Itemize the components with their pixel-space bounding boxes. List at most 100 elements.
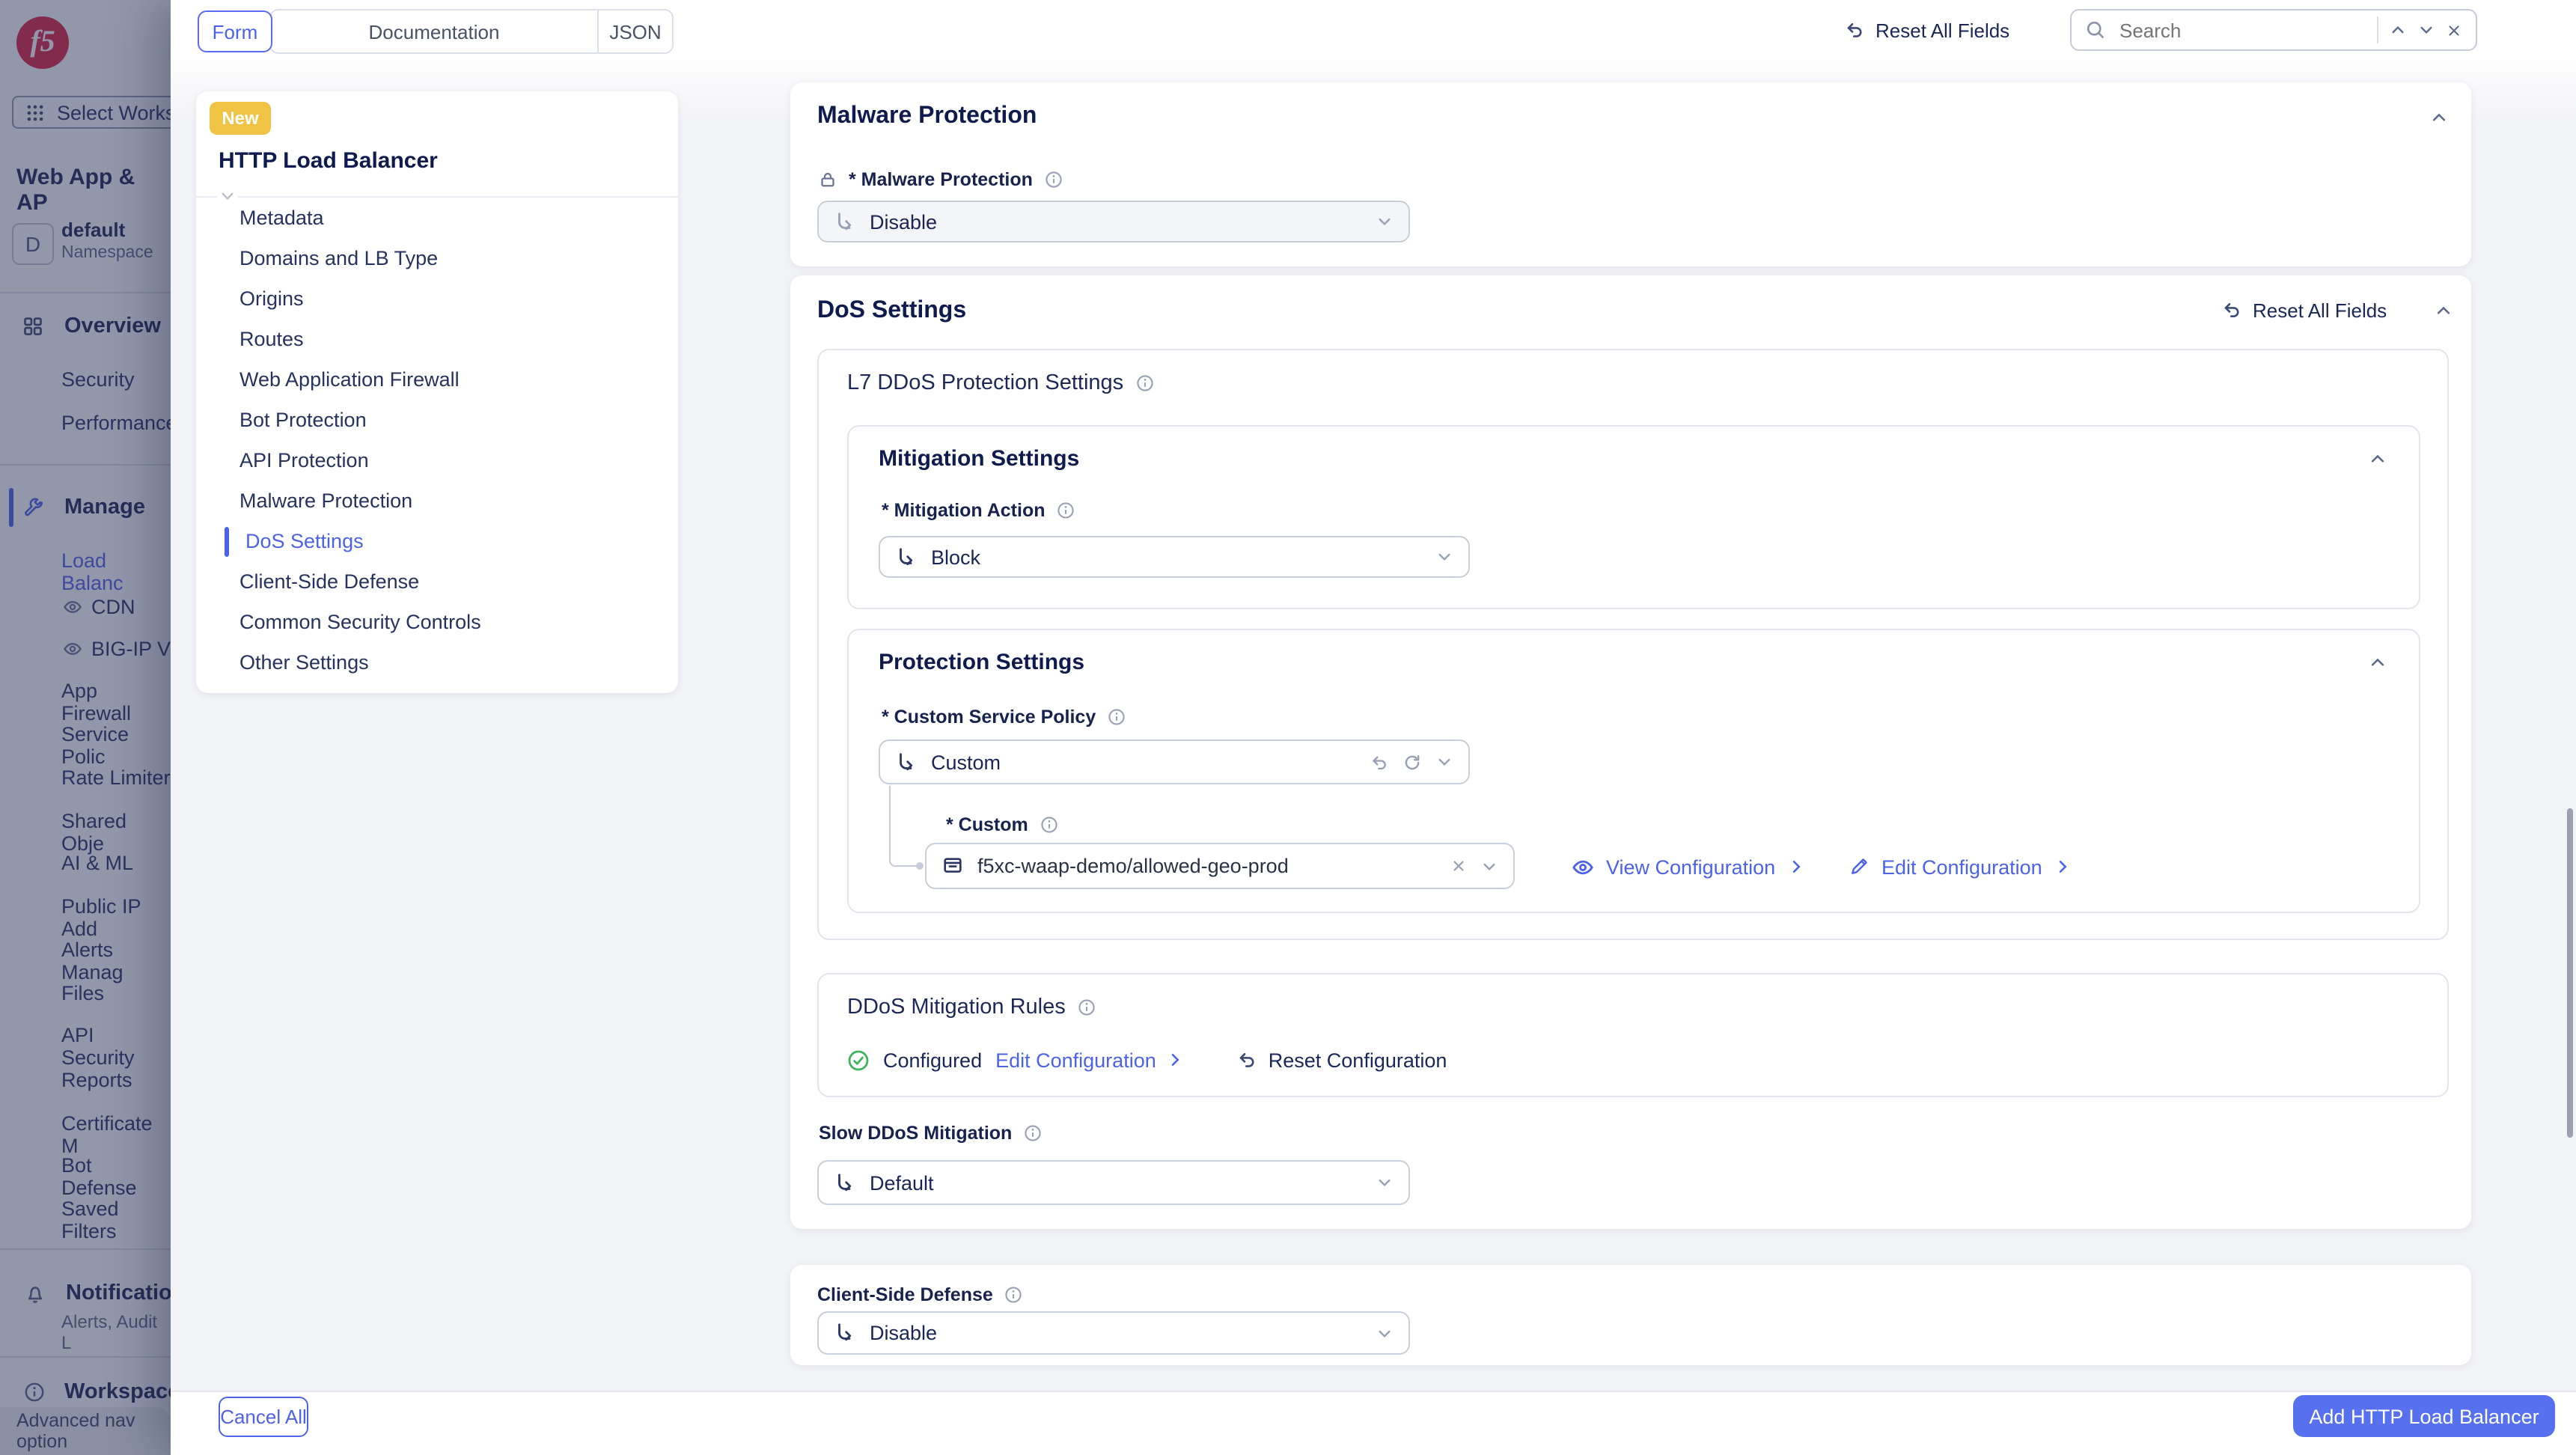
sidebar-item-alerts-management[interactable]: Alerts Manag xyxy=(61,939,171,983)
custom-policy-ref-select[interactable]: f5xc-waap-demo/allowed-geo-prod xyxy=(925,843,1515,889)
slow-ddos-mitigation-select[interactable]: Default xyxy=(817,1160,1410,1205)
sidebar-item-rate-limiter[interactable]: Rate Limiter xyxy=(61,766,171,789)
chevron-up-icon[interactable] xyxy=(2389,21,2407,39)
form-nav-item-client-side-defense[interactable]: Client-Side Defense xyxy=(239,567,419,597)
sidebar-item-overview[interactable]: Overview xyxy=(22,311,161,341)
sidebar-item-ai-ml[interactable]: AI & ML xyxy=(61,852,133,874)
field-label: * Custom Service Policy xyxy=(882,707,1096,728)
chevron-up-icon[interactable] xyxy=(2368,653,2387,672)
sidebar-item-label: Overview xyxy=(64,314,161,338)
sidebar-item-security[interactable]: Security xyxy=(61,368,135,391)
chevron-down-icon xyxy=(1435,548,1453,566)
search-icon xyxy=(2085,19,2106,40)
chevron-right-icon xyxy=(2054,858,2072,876)
custom-service-policy-select[interactable]: Custom xyxy=(879,739,1470,784)
info-icon[interactable] xyxy=(1135,374,1153,392)
sidebar-item-public-ip[interactable]: Public IP Add xyxy=(61,895,171,940)
form-nav-card: New HTTP Load Balancer Metadata Domains … xyxy=(196,91,678,693)
form-nav-item-bot-protection[interactable]: Bot Protection xyxy=(239,406,367,436)
sidebar-item-performance[interactable]: Performance xyxy=(61,412,171,434)
field-label: Slow DDoS Mitigation xyxy=(819,1123,1012,1144)
tab-form[interactable]: Form xyxy=(198,10,272,52)
form-nav-item-api-protection[interactable]: API Protection xyxy=(239,446,369,476)
field-label: * Custom xyxy=(946,814,1028,835)
override-branch-icon xyxy=(895,546,918,568)
section-title: Malware Protection xyxy=(817,103,1037,130)
chevron-up-icon[interactable] xyxy=(2429,108,2449,127)
vertical-scrollbar-thumb[interactable] xyxy=(2567,808,2573,1138)
sidebar-item-bigip[interactable]: BIG-IP Vir xyxy=(63,636,171,660)
sidebar-item-reports[interactable]: Reports xyxy=(61,1069,132,1091)
namespace-avatar[interactable]: D xyxy=(12,223,54,265)
form-nav-item-domains[interactable]: Domains and LB Type xyxy=(239,244,438,274)
refresh-icon[interactable] xyxy=(1403,752,1422,772)
rules-title-row: DDoS Mitigation Rules xyxy=(847,992,1096,1022)
form-nav-item-malware-protection[interactable]: Malware Protection xyxy=(239,486,412,516)
info-icon[interactable] xyxy=(1057,501,1075,519)
form-nav-item-origins[interactable]: Origins xyxy=(239,284,304,314)
eye-icon xyxy=(63,597,82,616)
namespace-name[interactable]: default xyxy=(61,219,125,241)
client-side-defense-select[interactable]: Disable xyxy=(817,1311,1410,1355)
rules-reset-configuration-link[interactable]: Reset Configuration xyxy=(1237,1049,1447,1071)
mitigation-action-select[interactable]: Block xyxy=(879,536,1470,578)
sidebar-item-bot-defense[interactable]: Bot Defense xyxy=(61,1154,171,1199)
reset-all-fields-top[interactable]: Reset All Fields xyxy=(1844,0,2009,60)
sidebar-item-manage[interactable]: Manage xyxy=(24,492,145,522)
add-http-lb-button[interactable]: Add HTTP Load Balancer xyxy=(2293,1395,2555,1437)
close-icon[interactable] xyxy=(1450,858,1467,874)
connector-dot xyxy=(916,861,924,869)
info-icon[interactable] xyxy=(1024,1124,1042,1142)
form-nav-item-dos-settings[interactable]: DoS Settings xyxy=(245,527,364,557)
sidebar-item-app-firewall[interactable]: App Firewall xyxy=(61,680,171,725)
collapse-caret-icon[interactable] xyxy=(217,187,238,205)
form-nav-item-waf[interactable]: Web Application Firewall xyxy=(239,365,460,395)
undo-icon xyxy=(2221,299,2242,320)
rules-reset-label: Reset Configuration xyxy=(1269,1049,1447,1071)
view-configuration-link[interactable]: View Configuration xyxy=(1572,850,1805,883)
chevron-down-icon[interactable] xyxy=(2417,21,2435,39)
undo-icon[interactable] xyxy=(1370,752,1389,772)
search-input[interactable] xyxy=(2116,17,2366,43)
sidebar-item-api-security[interactable]: API Security xyxy=(61,1024,171,1069)
form-nav-item-other-settings[interactable]: Other Settings xyxy=(239,648,369,678)
malware-protection-select[interactable]: Disable xyxy=(817,201,1410,242)
close-icon[interactable] xyxy=(2446,22,2462,38)
sidebar-item-workspace[interactable]: Workspace xyxy=(24,1377,171,1407)
tab-json[interactable]: JSON xyxy=(599,10,672,52)
info-icon[interactable] xyxy=(1005,1286,1023,1304)
tab-documentation[interactable]: Documentation xyxy=(271,10,599,52)
app-sidebar: f5 Select Works Web App & AP D default N… xyxy=(0,0,171,1455)
sidebar-item-service-policies[interactable]: Service Polic xyxy=(61,723,171,768)
edit-configuration-link[interactable]: Edit Configuration xyxy=(1849,850,2072,883)
advanced-nav-strip[interactable]: Advanced nav option xyxy=(0,1407,171,1455)
cancel-all-button[interactable]: Cancel All xyxy=(219,1397,308,1437)
rules-title: DDoS Mitigation Rules xyxy=(847,995,1066,1019)
f5-logo[interactable]: f5 xyxy=(16,16,69,69)
chevron-down-icon xyxy=(1376,1324,1394,1342)
select-workspace-button[interactable]: Select Works xyxy=(12,96,171,129)
sidebar-item-notifications[interactable]: Notification xyxy=(24,1278,171,1308)
form-nav-item-routes[interactable]: Routes xyxy=(239,325,304,355)
info-icon[interactable] xyxy=(1078,998,1096,1016)
sidebar-item-files[interactable]: Files xyxy=(61,982,104,1004)
dos-reset-all-fields[interactable]: Reset All Fields xyxy=(2221,287,2387,332)
sidebar-item-label: Notification xyxy=(66,1281,171,1305)
form-nav-item-metadata[interactable]: Metadata xyxy=(239,204,324,234)
sidebar-item-cdn[interactable]: CDN xyxy=(63,594,135,618)
csd-label-row: Client-Side Defense xyxy=(817,1283,1023,1307)
rules-edit-configuration-link[interactable]: Edit Configuration xyxy=(995,1049,1185,1071)
chevron-up-icon[interactable] xyxy=(2368,449,2387,469)
view-tabs: Form Documentation JSON xyxy=(198,9,674,54)
sidebar-item-load-balancers[interactable]: Load Balanc xyxy=(61,549,171,594)
sidebar-item-certificate-mgmt[interactable]: Certificate M xyxy=(61,1112,171,1157)
info-icon[interactable] xyxy=(1040,816,1058,834)
eye-icon xyxy=(1572,855,1594,878)
chevron-up-icon[interactable] xyxy=(2434,301,2453,320)
info-icon[interactable] xyxy=(1108,708,1126,726)
info-icon[interactable] xyxy=(1045,171,1063,189)
sidebar-item-shared-objects[interactable]: Shared Obje xyxy=(61,810,171,855)
mitigation-label-row: * Mitigation Action xyxy=(882,498,1075,522)
sidebar-item-saved-filters[interactable]: Saved Filters xyxy=(61,1198,171,1242)
form-nav-item-common-security[interactable]: Common Security Controls xyxy=(239,608,481,638)
